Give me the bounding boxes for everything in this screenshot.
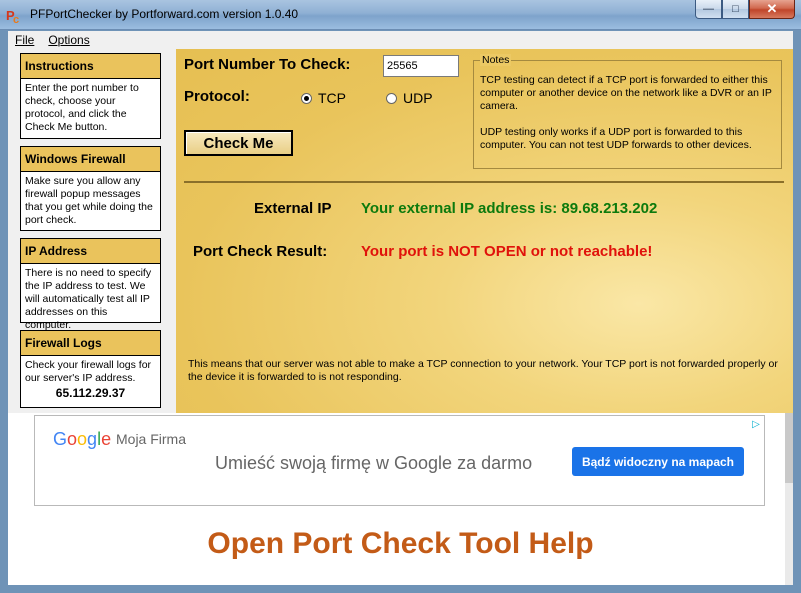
ad-brand: Moja Firma: [116, 431, 187, 447]
protocol-label: Protocol:: [184, 88, 250, 105]
external-ip-label: External IP: [254, 200, 332, 217]
external-ip-value: Your external IP address is: 89.68.213.2…: [361, 200, 658, 217]
maximize-button[interactable]: □: [722, 0, 749, 19]
menu-bar: File Options: [8, 31, 793, 49]
notes-legend: Notes: [480, 54, 512, 66]
notes-tcp-text: TCP testing can detect if a TCP port is …: [480, 74, 772, 112]
port-check-result-value: Your port is NOT OPEN or not reachable!: [361, 243, 653, 260]
title-bar[interactable]: P c PFPortChecker by Portforward.com ver…: [0, 0, 801, 30]
protocol-udp-radio[interactable]: UDP: [386, 90, 433, 106]
sidebar: Instructions Enter the port number to ch…: [8, 49, 176, 413]
main-panel: Port Number To Check: Protocol: TCP UDP …: [176, 49, 793, 413]
ad-banner[interactable]: Google Moja Firma Umieść swoją firmę w G…: [34, 415, 765, 506]
windows-firewall-heading: Windows Firewall: [21, 147, 160, 172]
google-logo: Google: [53, 429, 112, 449]
protocol-tcp-label: TCP: [318, 90, 346, 106]
protocol-udp-label: UDP: [403, 90, 433, 106]
firewall-logs-description: Check your firewall logs for our server'…: [25, 359, 152, 384]
help-heading: Open Port Check Tool Help: [207, 527, 594, 560]
separator-line: [184, 181, 784, 183]
firewall-logs-box: Firewall Logs Check your firewall logs f…: [20, 330, 161, 408]
menu-options[interactable]: Options: [41, 33, 96, 47]
ad-cta-button[interactable]: Bądź widoczny na mapach: [572, 447, 744, 476]
minimize-button[interactable]: —: [695, 0, 722, 19]
window-title: PFPortChecker by Portforward.com version…: [30, 7, 299, 21]
port-check-result-label: Port Check Result:: [193, 243, 328, 260]
app-icon: P c: [6, 8, 19, 24]
menu-file[interactable]: File: [8, 33, 41, 47]
ad-headline[interactable]: Umieść swoją firmę w Google za darmo: [215, 453, 532, 474]
protocol-tcp-radio[interactable]: TCP: [301, 90, 346, 106]
server-ip: 65.112.29.37: [55, 386, 126, 400]
close-button[interactable]: ✕: [749, 0, 795, 19]
firewall-logs-heading: Firewall Logs: [21, 331, 160, 356]
windows-firewall-text: Make sure you allow any firewall popup m…: [25, 175, 153, 226]
adchoices-icon[interactable]: ▷: [749, 417, 763, 431]
instructions-text: Enter the port number to check, choose y…: [25, 82, 139, 133]
svg-text:c: c: [13, 14, 19, 24]
firewall-logs-text: Check your firewall logs for our server'…: [21, 356, 160, 403]
notes-groupbox: Notes TCP testing can detect if a TCP po…: [473, 54, 782, 169]
scrollbar-thumb[interactable]: [785, 413, 793, 483]
notes-text: TCP testing can detect if a TCP port is …: [480, 74, 780, 152]
radio-selected-icon: [301, 92, 312, 104]
instructions-box: Instructions Enter the port number to ch…: [20, 53, 161, 139]
help-scrollbar[interactable]: [785, 413, 793, 585]
client-area: Instructions Enter the port number to ch…: [8, 49, 793, 585]
result-explanation: This means that our server was not able …: [188, 358, 778, 383]
windows-firewall-box: Windows Firewall Make sure you allow any…: [20, 146, 161, 231]
instructions-heading: Instructions: [21, 54, 160, 79]
ip-address-box: IP Address There is no need to specify t…: [20, 238, 161, 331]
ip-address-heading: IP Address: [21, 239, 160, 264]
ip-address-text: There is no need to specify the IP addre…: [25, 267, 152, 331]
check-me-button[interactable]: Check Me: [184, 130, 293, 156]
notes-udp-text: UDP testing only works if a UDP port is …: [480, 126, 752, 151]
port-label: Port Number To Check:: [184, 56, 351, 73]
port-input[interactable]: [383, 55, 459, 77]
radio-unselected-icon: [386, 92, 397, 104]
